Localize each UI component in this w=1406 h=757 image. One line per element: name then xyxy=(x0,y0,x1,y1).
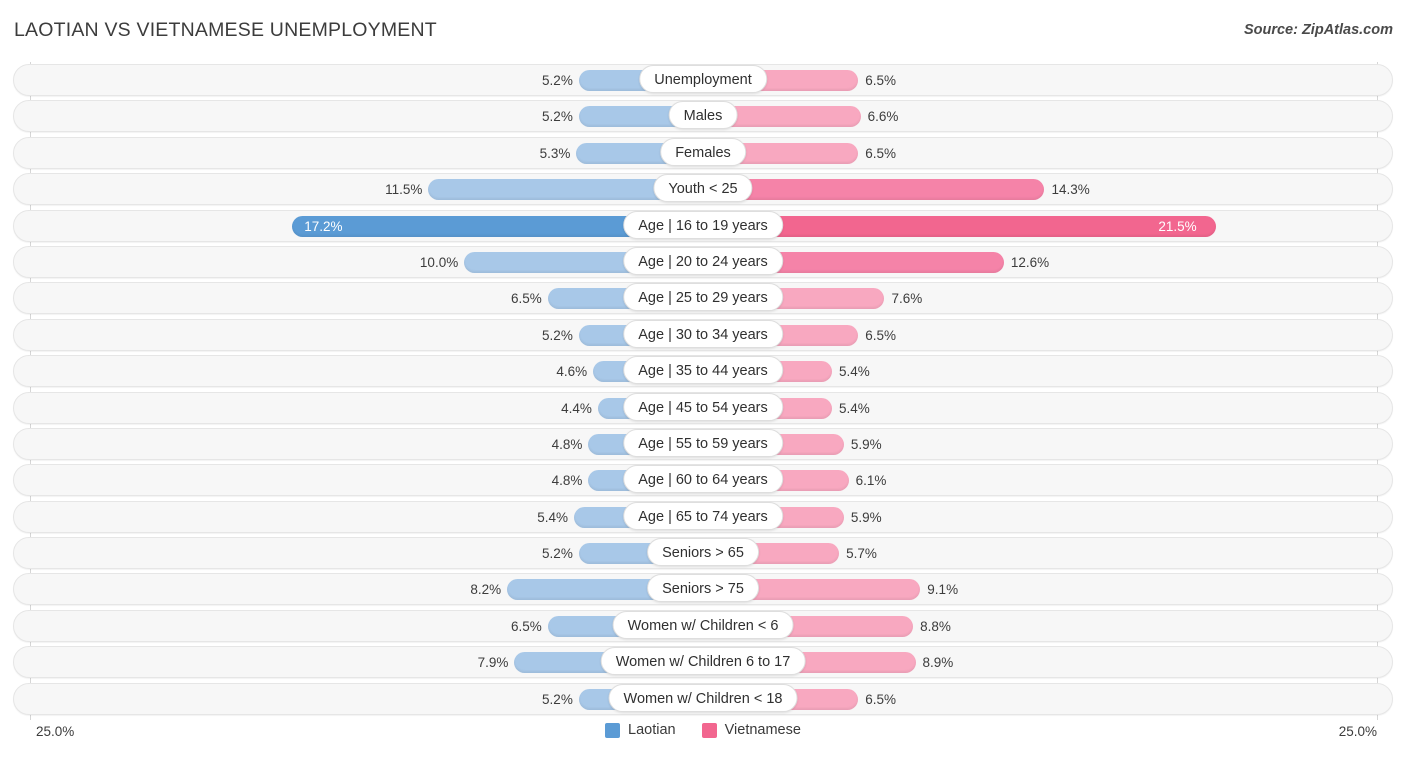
value-label-laotian: 4.8% xyxy=(551,436,583,452)
category-label-pill[interactable]: Age | 45 to 54 years xyxy=(623,392,783,421)
value-label-vietnamese: 8.8% xyxy=(920,618,951,634)
chart-legend: Laotian Vietnamese xyxy=(0,722,1406,738)
bar-row: 4.8% 5.9% Age | 55 to 59 years xyxy=(0,426,1406,462)
legend-item[interactable]: Vietnamese xyxy=(701,722,801,738)
value-label-vietnamese: 6.6% xyxy=(867,109,899,125)
bar-row: 5.2% 6.5% Unemployment xyxy=(0,62,1406,98)
value-label-vietnamese: 5.4% xyxy=(838,400,870,416)
category-label-pill[interactable]: Age | 20 to 24 years xyxy=(623,246,783,275)
value-label-laotian: 5.2% xyxy=(542,109,573,125)
category-label-pill[interactable]: Women w/ Children < 18 xyxy=(608,683,798,712)
category-label-pill[interactable]: Females xyxy=(660,137,746,166)
legend-swatch-icon xyxy=(605,722,621,738)
legend-label: Laotian xyxy=(628,722,676,738)
value-label-laotian: 17.2% xyxy=(304,218,343,234)
category-label-pill[interactable]: Seniors > 65 xyxy=(647,538,759,567)
bar-row: 5.3% 6.5% Females xyxy=(0,135,1406,171)
bar-row: 5.4% 5.9% Age | 65 to 74 years xyxy=(0,499,1406,535)
category-label-pill[interactable]: Youth < 25 xyxy=(653,174,753,203)
category-label-pill[interactable]: Women w/ Children < 6 xyxy=(612,610,794,639)
category-label-pill[interactable]: Women w/ Children 6 to 17 xyxy=(600,647,806,676)
value-label-laotian: 11.5% xyxy=(385,182,423,198)
category-label-pill[interactable]: Age | 25 to 29 years xyxy=(623,283,783,312)
value-label-laotian: 5.3% xyxy=(539,145,571,161)
value-label-laotian: 5.2% xyxy=(542,327,573,343)
bar-row: 5.2% 6.5% Women w/ Children < 18 xyxy=(0,681,1406,717)
legend-swatch-icon xyxy=(701,722,717,738)
category-label-pill[interactable]: Age | 60 to 64 years xyxy=(623,465,783,494)
bar-row: 7.9% 8.9% Women w/ Children 6 to 17 xyxy=(0,644,1406,680)
bar-vietnamese xyxy=(703,179,1045,201)
chart-header: LAOTIAN VS VIETNAMESE UNEMPLOYMENT Sourc… xyxy=(0,0,1406,62)
value-label-laotian: 8.2% xyxy=(470,582,502,598)
value-label-vietnamese: 5.7% xyxy=(846,546,877,562)
category-label-pill[interactable]: Age | 55 to 59 years xyxy=(623,428,783,457)
category-label-pill[interactable]: Age | 35 to 44 years xyxy=(623,356,783,385)
category-label-pill[interactable]: Unemployment xyxy=(639,65,767,93)
value-label-laotian: 4.4% xyxy=(561,400,592,416)
value-label-laotian: 5.2% xyxy=(542,73,573,88)
value-label-vietnamese: 12.6% xyxy=(1010,254,1050,270)
value-label-laotian: 6.5% xyxy=(511,291,542,307)
value-label-vietnamese: 14.3% xyxy=(1051,182,1090,198)
page-title: LAOTIAN VS VIETNAMESE UNEMPLOYMENT xyxy=(14,19,437,41)
category-label-pill[interactable]: Age | 16 to 19 years xyxy=(623,210,783,239)
bar-row: 5.2% 6.5% Age | 30 to 34 years xyxy=(0,317,1406,353)
bar-row: 4.8% 6.1% Age | 60 to 64 years xyxy=(0,462,1406,498)
bar-rows-container: 5.2% 6.5% Unemployment 5.2% 6.6% Males 5.3% 6.5… xyxy=(0,62,1406,717)
value-label-vietnamese: 5.9% xyxy=(850,436,882,452)
value-label-laotian: 7.9% xyxy=(477,655,509,671)
value-label-vietnamese: 7.6% xyxy=(891,291,923,307)
legend-label: Vietnamese xyxy=(724,722,801,738)
bar-row: 17.2% 21.5% Age | 16 to 19 years xyxy=(0,208,1406,244)
value-label-laotian: 4.6% xyxy=(556,364,588,380)
value-label-laotian: 4.8% xyxy=(551,473,583,489)
value-label-vietnamese: 6.5% xyxy=(865,327,896,343)
bar-row: 6.5% 8.8% Women w/ Children < 6 xyxy=(0,608,1406,644)
value-label-vietnamese: 21.5% xyxy=(1158,218,1197,234)
value-label-laotian: 5.2% xyxy=(542,691,573,707)
value-label-vietnamese: 5.9% xyxy=(850,509,882,525)
value-label-vietnamese: 5.4% xyxy=(838,364,870,380)
value-label-laotian: 6.5% xyxy=(511,618,542,634)
category-label-pill[interactable]: Age | 30 to 34 years xyxy=(623,319,783,348)
category-label-pill[interactable]: Age | 65 to 74 years xyxy=(623,501,783,530)
bar-row: 11.5% 14.3% Youth < 25 xyxy=(0,171,1406,207)
legend-item[interactable]: Laotian xyxy=(605,722,676,738)
category-label-pill[interactable]: Seniors > 75 xyxy=(647,574,759,603)
value-label-vietnamese: 6.5% xyxy=(865,73,896,88)
bar-row: 5.2% 5.7% Seniors > 65 xyxy=(0,535,1406,571)
chart-plot-area: 5.2% 6.5% Unemployment 5.2% 6.6% Males 5.3% 6.5… xyxy=(0,62,1406,720)
category-label-pill[interactable]: Males xyxy=(668,101,738,130)
bar-row: 5.2% 6.6% Males xyxy=(0,98,1406,134)
value-label-vietnamese: 6.1% xyxy=(855,473,887,489)
value-label-laotian: 5.4% xyxy=(537,509,569,525)
bar-row: 8.2% 9.1% Seniors > 75 xyxy=(0,571,1406,607)
value-label-vietnamese: 6.5% xyxy=(865,145,896,161)
value-label-laotian: 5.2% xyxy=(542,546,573,562)
bar-row: 10.0% 12.6% Age | 20 to 24 years xyxy=(0,244,1406,280)
bar-row: 4.6% 5.4% Age | 35 to 44 years xyxy=(0,353,1406,389)
value-label-vietnamese: 6.5% xyxy=(865,691,896,707)
bar-row: 4.4% 5.4% Age | 45 to 54 years xyxy=(0,390,1406,426)
source-attribution: Source: ZipAtlas.com xyxy=(1243,22,1393,38)
chart-footer: 25.0% 25.0% Laotian Vietnamese xyxy=(0,718,1406,757)
value-label-vietnamese: 9.1% xyxy=(927,582,959,598)
bar-row: 6.5% 7.6% Age | 25 to 29 years xyxy=(0,280,1406,316)
value-label-vietnamese: 8.9% xyxy=(922,655,954,671)
value-label-laotian: 10.0% xyxy=(419,254,459,270)
